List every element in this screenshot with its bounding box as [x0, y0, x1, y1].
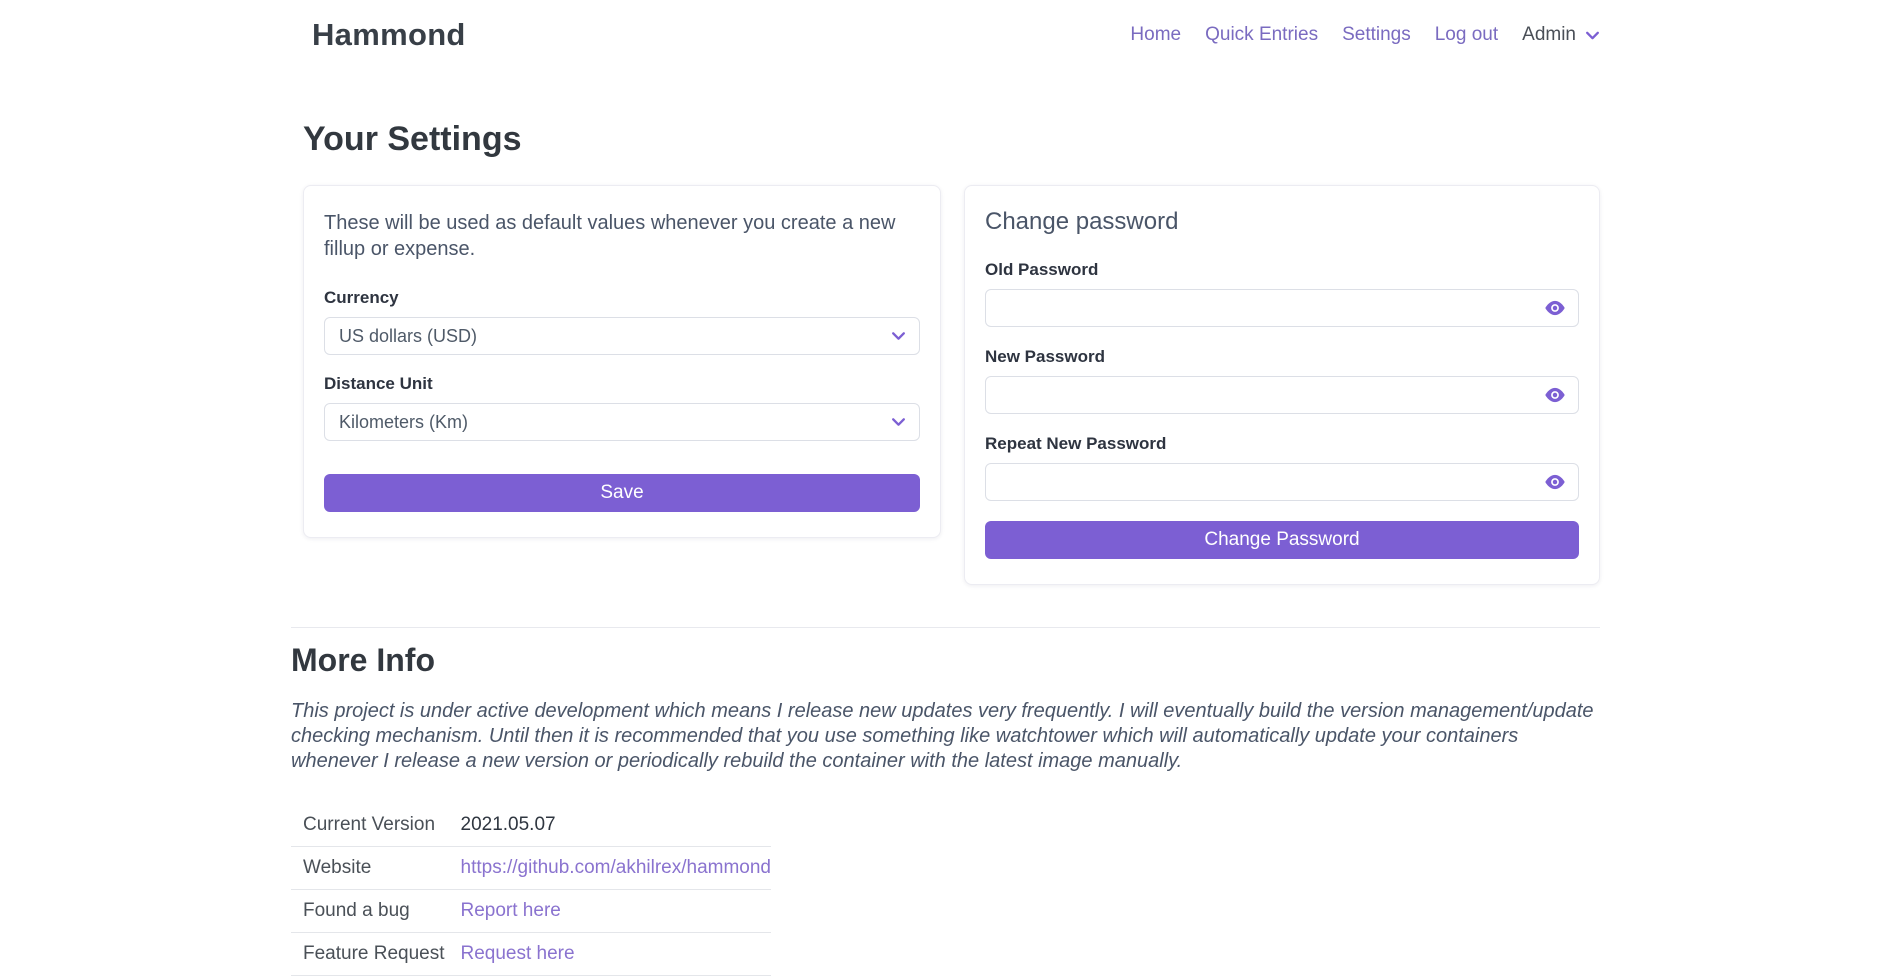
currency-label: Currency [324, 288, 920, 308]
info-row: Current Version2021.05.07 [291, 804, 771, 847]
page-title: Your Settings [303, 120, 1600, 159]
info-row: Feature RequestRequest here [291, 933, 771, 976]
info-row-value: 2021.05.07 [461, 804, 772, 847]
info-link[interactable]: https://github.com/akhilrex/hammond [461, 857, 772, 878]
change-password-button[interactable]: Change Password [985, 521, 1579, 559]
info-row-label: Current Version [291, 804, 461, 847]
user-menu-admin[interactable]: Admin [1522, 24, 1601, 46]
settings-cards: These will be used as default values whe… [303, 185, 1600, 585]
new-password-group: New Password [985, 347, 1579, 414]
currency-selected-value: US dollars (USD) [339, 326, 477, 347]
new-password-input[interactable] [985, 376, 1579, 414]
distance-unit-label: Distance Unit [324, 374, 920, 394]
nav-links: Home Quick Entries Settings Log out [1130, 24, 1498, 46]
eye-icon[interactable] [1544, 300, 1566, 316]
repeat-password-group: Repeat New Password [985, 434, 1579, 501]
chevron-down-icon [1584, 27, 1601, 44]
primary-nav: Home Quick Entries Settings Log out Admin [1130, 24, 1601, 46]
nav-link-log-out[interactable]: Log out [1435, 24, 1498, 46]
old-password-label: Old Password [985, 260, 1579, 280]
change-password-card: Change password Old Password New Passwor… [964, 185, 1600, 585]
repeat-password-input[interactable] [985, 463, 1579, 501]
eye-icon[interactable] [1544, 387, 1566, 403]
currency-select[interactable]: US dollars (USD) [324, 317, 920, 355]
more-info-table: Current Version2021.05.07Websitehttps://… [291, 804, 771, 976]
nav-link-home[interactable]: Home [1130, 24, 1181, 46]
nav-link-quick-entries[interactable]: Quick Entries [1205, 24, 1318, 46]
info-row-label: Found a bug [291, 890, 461, 933]
old-password-group: Old Password [985, 260, 1579, 327]
section-divider [291, 627, 1600, 628]
development-note: This project is under active development… [291, 699, 1600, 774]
distance-unit-field: Kilometers (Km) [324, 403, 920, 441]
nav-link-settings[interactable]: Settings [1342, 24, 1411, 46]
defaults-description: These will be used as default values whe… [324, 210, 920, 262]
default-values-card: These will be used as default values whe… [303, 185, 941, 538]
chevron-down-icon [890, 414, 907, 431]
user-menu-label: Admin [1522, 24, 1576, 46]
info-row-value: Report here [461, 890, 772, 933]
eye-icon[interactable] [1544, 474, 1566, 490]
new-password-label: New Password [985, 347, 1579, 367]
info-row-value: https://github.com/akhilrex/hammond [461, 847, 772, 890]
settings-page: Your Settings These will be used as defa… [0, 120, 1901, 976]
info-link[interactable]: Request here [461, 943, 575, 964]
info-row-value: Request here [461, 933, 772, 976]
top-navbar: Hammond Home Quick Entries Settings Log out… [0, 0, 1901, 70]
chevron-down-icon [890, 328, 907, 345]
more-info-title: More Info [291, 642, 1600, 679]
old-password-input[interactable] [985, 289, 1579, 327]
more-info-section: More Info This project is under active d… [291, 642, 1600, 976]
info-link[interactable]: Report here [461, 900, 561, 921]
save-button[interactable]: Save [324, 474, 920, 512]
brand-logo[interactable]: Hammond [312, 17, 466, 53]
info-row: Websitehttps://github.com/akhilrex/hammo… [291, 847, 771, 890]
info-row-label: Feature Request [291, 933, 461, 976]
repeat-password-label: Repeat New Password [985, 434, 1579, 454]
distance-unit-selected-value: Kilometers (Km) [339, 412, 468, 433]
distance-unit-select[interactable]: Kilometers (Km) [324, 403, 920, 441]
currency-field: US dollars (USD) [324, 317, 920, 355]
info-row-label: Website [291, 847, 461, 890]
info-row: Found a bugReport here [291, 890, 771, 933]
change-password-title: Change password [985, 208, 1579, 236]
